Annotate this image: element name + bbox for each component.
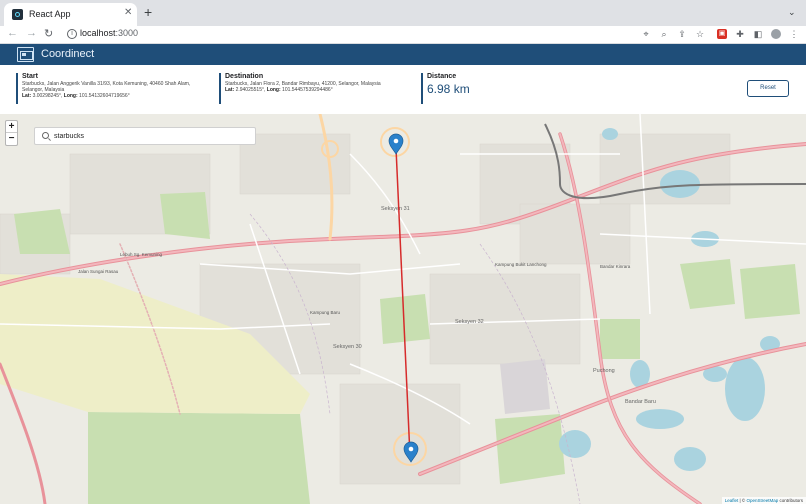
distance-value-row: 6.98 km [427,82,521,96]
destination-lng-label: Long: [266,87,281,93]
distance-value: 6.98 [427,82,451,96]
osm-link[interactable]: OpenStreetMap [746,498,778,503]
zoom-in-button[interactable]: + [6,121,17,133]
start-coords: Lat: 3.00298245°, Long: 101.541326047196… [22,93,130,99]
map-search-box [34,127,256,145]
tab-title: React App [29,9,71,19]
start-lng-label: Long: [63,93,78,99]
react-favicon-icon [12,9,23,20]
side-panel-icon[interactable]: ◧ [753,29,763,39]
destination-marker-icon[interactable] [403,441,419,463]
back-button[interactable]: ← [7,27,18,39]
start-address: Starbucks, Jalan Anggerik Vanilla 31/93,… [22,81,191,93]
map-view[interactable]: Seksyen 31 Seksyen 30 Seksyen 32 Kampung… [0,114,806,504]
destination-lat-label: Lat: [225,87,235,93]
zoom-icon[interactable]: ⌕ [659,29,669,39]
new-tab-button[interactable]: + [144,5,152,19]
destination-lng: 101.54457539294486° [282,87,333,93]
start-block: Start Starbucks, Jalan Anggerik Vanilla … [16,73,196,104]
app-title: Coordinect [41,48,95,60]
start-marker-icon[interactable] [388,133,404,155]
search-input[interactable] [54,131,249,142]
url-port: :3000 [115,28,139,38]
tab-search-chevron-icon[interactable]: ⌄ [788,7,796,18]
site-info-icon[interactable]: i [67,29,77,39]
leaflet-link[interactable]: Leaflet [725,498,739,503]
map-attribution: Leaflet | © OpenStreetMap contributors [721,497,806,504]
coordinect-logo-icon [17,47,34,62]
location-icon[interactable]: ⌖ [641,29,651,39]
distance-unit: km [453,82,470,96]
address-bar[interactable]: i localhost:3000 [60,27,660,42]
bookmark-star-icon[interactable]: ☆ [695,29,705,39]
search-icon [42,132,49,139]
destination-coords: Lat: 2.94025515°, Long: 101.544575392944… [225,87,333,93]
app-header: Coordinect [0,44,806,65]
route-line [395,147,411,457]
browser-tab-bar: React App ✕ + ⌄ [0,0,806,26]
start-label: Start [22,73,38,80]
profile-avatar-icon[interactable] [771,29,781,39]
route-overlay [388,133,419,463]
browser-toolbar: ← → ↻ i localhost:3000 ⌖ ⌕ ⇪ ☆ ▣ ✚ ◧ ⋮ [0,26,806,44]
start-lat: 3.00298245° [32,93,61,99]
url-host: localhost [80,28,116,38]
attribution-tail: contributors [778,498,803,503]
menu-kebab-icon[interactable]: ⋮ [789,29,799,39]
distance-block: Distance 6.98 km [421,73,521,104]
destination-block: Destination Starbucks, Jalan Flora 2, Ba… [219,73,399,104]
zoom-out-button[interactable]: − [6,133,17,145]
start-lat-label: Lat: [22,93,32,99]
start-lng: 101.54132604719656° [79,93,130,99]
destination-lat: 2.94025515° [235,87,264,93]
address-url[interactable]: localhost:3000 [80,28,138,38]
browser-tab[interactable]: React App ✕ [4,3,137,26]
forward-button[interactable]: → [26,27,37,39]
extensions-puzzle-icon[interactable]: ✚ [735,29,745,39]
tab-close-icon[interactable]: ✕ [124,7,132,18]
reload-button[interactable]: ↻ [44,27,53,40]
destination-label: Destination [225,73,264,80]
share-icon[interactable]: ⇪ [677,29,687,39]
route-info-panel: Start Starbucks, Jalan Anggerik Vanilla … [0,65,806,114]
distance-label: Distance [427,73,457,80]
zoom-control: + − [5,120,18,146]
extension-red-icon[interactable]: ▣ [717,29,727,39]
reset-button[interactable]: Reset [747,80,789,97]
